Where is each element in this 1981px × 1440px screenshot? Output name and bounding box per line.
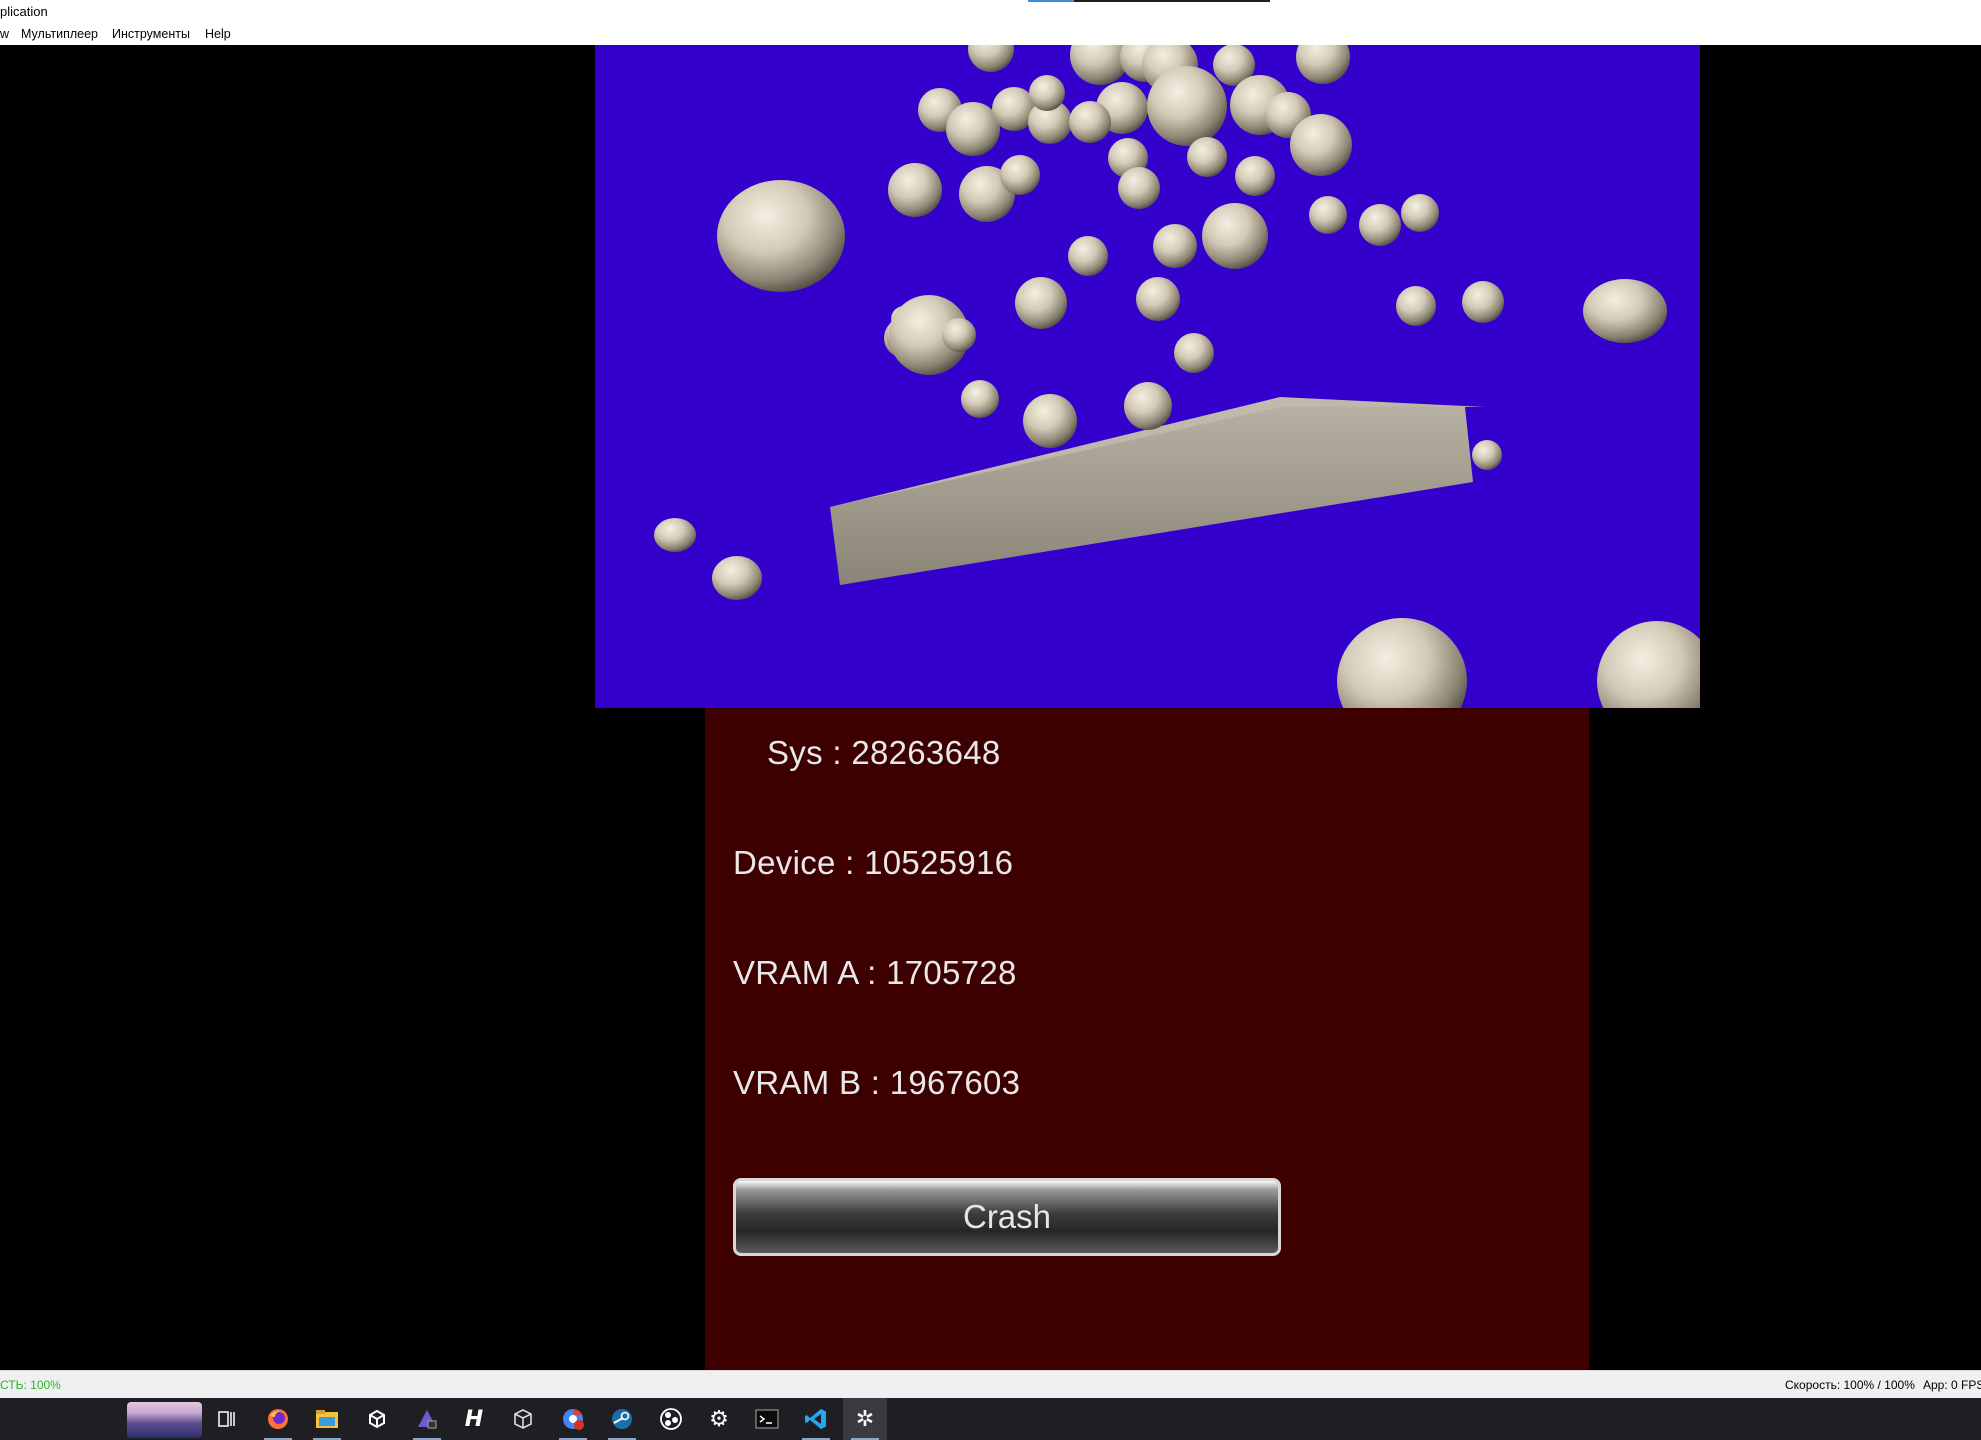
window-title: plication [0, 4, 48, 19]
scene-3d [654, 45, 1700, 708]
sphere [1401, 194, 1439, 232]
sphere [968, 45, 1014, 72]
heroic-icon[interactable]: H [452, 1398, 496, 1440]
sphere [1597, 621, 1700, 708]
taskbar: H ⚙ ✲ [0, 1398, 1981, 1440]
device-memory-label: Device : 10525916 [733, 844, 1014, 881]
title-progress-fill [1028, 0, 1074, 2]
emulation-speed-status: СТЬ: 100% [0, 1378, 61, 1392]
sphere [1023, 394, 1077, 448]
box-icon[interactable] [501, 1398, 545, 1440]
sphere [1472, 440, 1502, 470]
sphere [1147, 66, 1227, 146]
crash-button[interactable]: Crash [733, 1178, 1281, 1256]
sphere [946, 102, 1000, 156]
vram-a-label: VRAM A : 1705728 [733, 954, 1017, 991]
sphere [1396, 286, 1436, 326]
sphere [1462, 281, 1504, 323]
sphere [1068, 236, 1108, 276]
sphere [1153, 224, 1197, 268]
task-view-icon[interactable] [205, 1398, 249, 1440]
unity-icon[interactable] [355, 1398, 399, 1440]
sphere [1136, 277, 1180, 321]
bottom-screen: Sys : 28263648 Device : 10525916 VRAM A … [705, 708, 1589, 1370]
wallpaper-thumbnail[interactable] [127, 1402, 202, 1438]
sphere [1309, 196, 1347, 234]
sphere [1359, 204, 1401, 246]
sphere [1000, 155, 1040, 195]
menu-help[interactable]: Help [205, 27, 231, 41]
sphere [888, 163, 942, 217]
speed-status: Скорость: 100% / 100% [1785, 1378, 1915, 1392]
chrome-icon[interactable] [551, 1398, 595, 1440]
sphere [1290, 114, 1352, 176]
settings-icon[interactable]: ⚙ [697, 1398, 741, 1440]
sphere [1583, 279, 1667, 343]
sphere [1296, 45, 1350, 84]
sphere [942, 318, 976, 352]
sphere [712, 556, 762, 600]
sphere [1174, 333, 1214, 373]
sphere [654, 518, 696, 552]
sphere [1069, 101, 1111, 143]
obs-icon[interactable] [649, 1398, 693, 1440]
top-screen [595, 45, 1700, 708]
emulator-icon[interactable]: ✲ [843, 1398, 887, 1440]
menu-multiplayer[interactable]: Мультиплеер [21, 27, 98, 41]
sphere [1337, 618, 1467, 708]
vram-b-label: VRAM B : 1967603 [733, 1064, 1021, 1101]
sphere [1235, 156, 1275, 196]
title-bar: plication [0, 0, 1981, 22]
fps-status: App: 0 FPS [1923, 1378, 1981, 1392]
steam-icon[interactable] [600, 1398, 644, 1440]
sphere [1118, 167, 1160, 209]
menu-tools[interactable]: Инструменты [112, 27, 190, 41]
sphere [1202, 203, 1268, 269]
spheres [654, 45, 1700, 708]
sys-memory-label: Sys : 28263648 [767, 734, 1001, 771]
file-explorer-icon[interactable] [305, 1398, 349, 1440]
title-progress-bar [1028, 0, 1270, 2]
sphere [717, 180, 845, 292]
dev-tool-icon[interactable] [405, 1398, 449, 1440]
sphere [1124, 382, 1172, 430]
status-bar: СТЬ: 100% Скорость: 100% / 100% App: 0 F… [0, 1370, 1981, 1399]
terminal-icon[interactable] [745, 1398, 789, 1440]
sphere [961, 380, 999, 418]
sphere [1029, 75, 1065, 111]
menu-view[interactable]: w [0, 27, 9, 41]
firefox-icon[interactable] [256, 1398, 300, 1440]
menu-bar: w Мультиплеер Инструменты Help [0, 22, 1981, 46]
sphere [1187, 137, 1227, 177]
sphere [1015, 277, 1067, 329]
vscode-icon[interactable] [794, 1398, 838, 1440]
emulator-display: Sys : 28263648 Device : 10525916 VRAM A … [0, 45, 1981, 1370]
